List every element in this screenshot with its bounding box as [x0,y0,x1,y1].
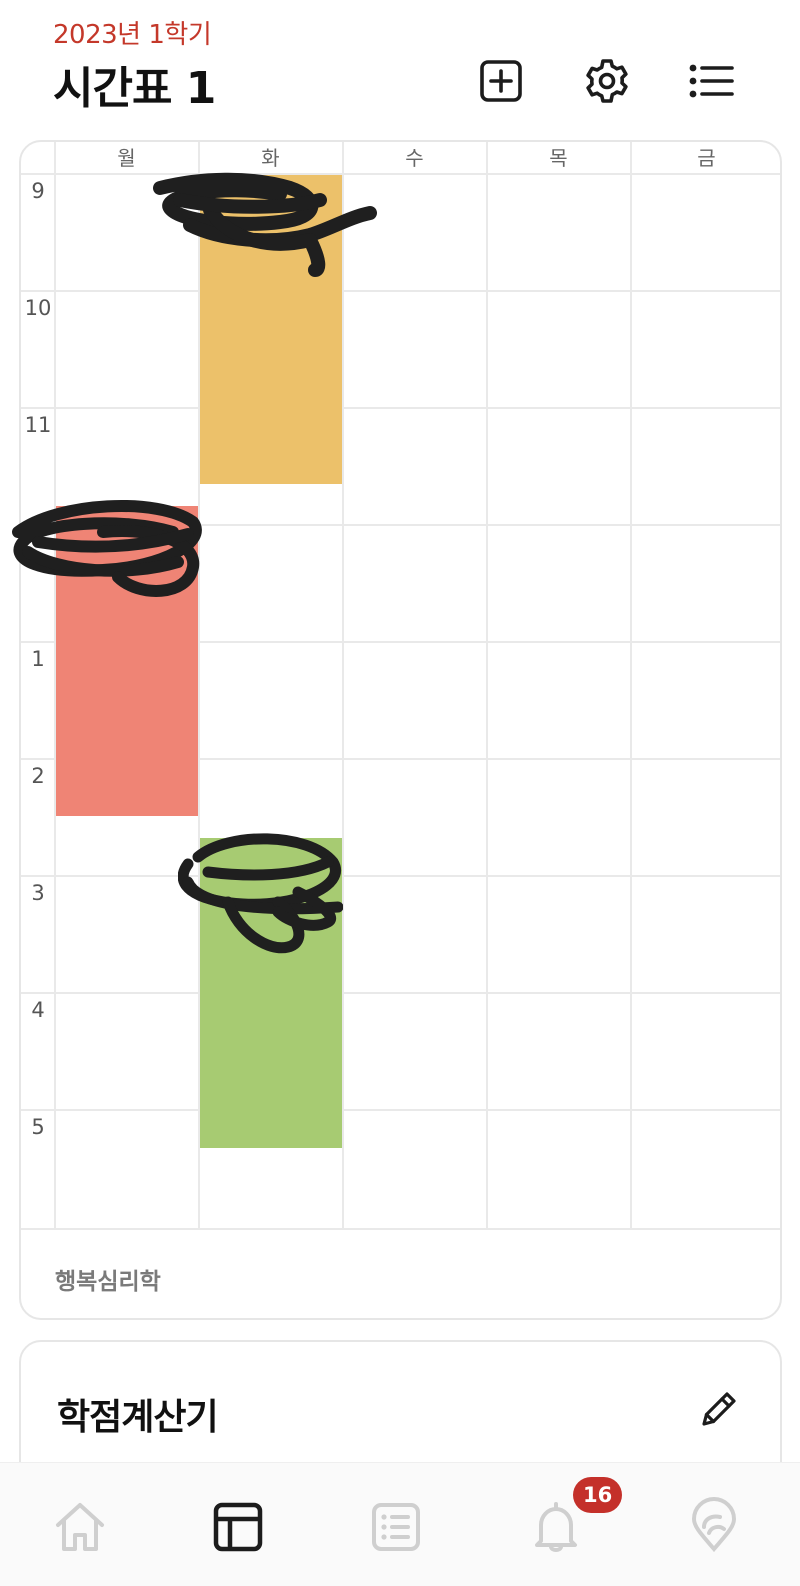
hour-label: 1 [31,647,45,671]
timetable-title[interactable]: 시간표 1 [53,52,216,116]
home-icon[interactable] [50,1497,110,1557]
grid-line [21,875,780,877]
unassigned-course[interactable]: 행복심리학 [55,1262,161,1296]
grid-line [21,992,780,994]
hour-label: 2 [31,764,45,788]
grid-line [486,142,488,1230]
grid-line [21,1228,780,1230]
timetable-card: 월 화 수 목 금 9 10 11 12 1 2 3 4 5 행복심리학 [19,140,782,1320]
semester-label: 2023년 1학기 [53,20,212,50]
grid-line [630,142,632,1230]
day-header-fri: 금 [697,146,716,170]
day-header-thu: 목 [549,146,568,170]
grade-calculator-title: 학점계산기 [57,1397,219,1438]
gear-icon[interactable] [582,56,632,106]
hour-label: 5 [31,1115,45,1139]
course-block-tue-afternoon[interactable] [200,838,342,1148]
grid-line [342,142,344,1230]
add-square-icon[interactable] [476,56,526,106]
course-block-tue-morning[interactable] [200,175,342,484]
board-icon[interactable] [366,1497,426,1557]
day-header-wed: 수 [405,146,424,170]
day-header-mon: 월 [117,146,136,170]
hour-label: 10 [24,296,52,320]
grid-line [21,407,780,409]
hour-label: 4 [31,998,45,1022]
course-block-mon-noon[interactable] [56,506,198,816]
bottom-navigation: 16 [0,1462,800,1586]
timetable-icon[interactable] [208,1497,268,1557]
hour-label: 11 [24,413,52,437]
notification-badge: 16 [573,1477,623,1513]
grid-line [21,1109,780,1111]
day-header-tue: 화 [261,146,280,170]
pencil-icon[interactable] [696,1388,740,1432]
list-icon[interactable] [686,56,736,106]
hour-label: 3 [31,881,45,905]
campus-pick-icon[interactable] [684,1497,744,1557]
grid-line [21,290,780,292]
hour-label: 9 [31,179,45,203]
